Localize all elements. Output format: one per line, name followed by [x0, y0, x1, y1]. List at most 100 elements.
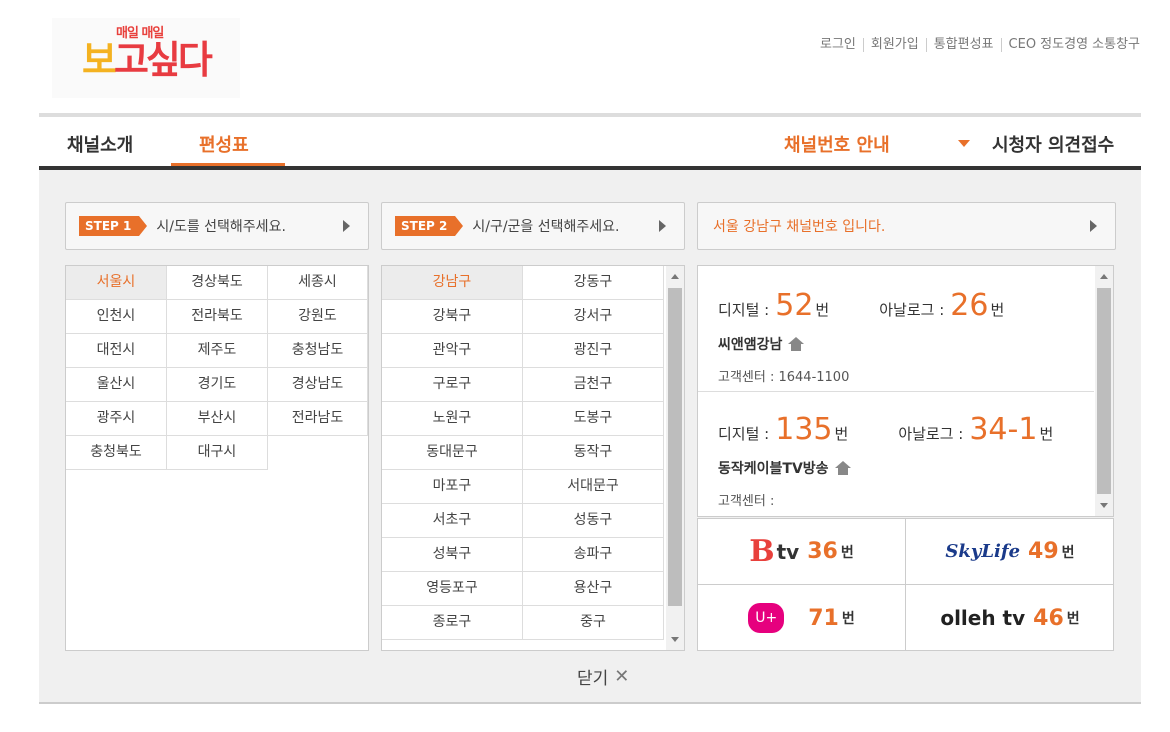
- district-item[interactable]: 강남구: [382, 266, 523, 300]
- region-item[interactable]: 대전시: [66, 334, 167, 368]
- step1-badge: STEP 1: [79, 216, 148, 236]
- district-item[interactable]: 서초구: [382, 504, 523, 538]
- arrow-right-icon: [1090, 220, 1097, 232]
- panel-bottom-line: [39, 702, 1141, 704]
- provider-cs: 고객센터 :: [718, 494, 775, 509]
- home-icon[interactable]: [834, 461, 851, 475]
- arrow-right-icon: [343, 220, 350, 232]
- platform-uplus[interactable]: U+ 71 번: [698, 585, 906, 651]
- district-grid: 강남구 강동구 강북구 강서구 관악구 광진구 구로구 금천구 노원구 도봉구 동대문구 동작구 마포구…: [382, 266, 664, 640]
- scroll-up-icon[interactable]: [1100, 274, 1108, 279]
- analog-number: 34-1: [969, 412, 1038, 447]
- district-item[interactable]: 송파구: [523, 538, 664, 572]
- provider-numbers: 디지털 : 135 번 아날로그 : 34-1 번: [718, 412, 1054, 447]
- region-item[interactable]: 강원도: [268, 300, 368, 334]
- chevron-down-icon[interactable]: [958, 140, 970, 147]
- district-item[interactable]: 서대문구: [523, 470, 664, 504]
- district-item[interactable]: 중구: [523, 606, 664, 640]
- district-item[interactable]: 마포구: [382, 470, 523, 504]
- region-item[interactable]: 전라북도: [167, 300, 268, 334]
- region-item[interactable]: 전라남도: [268, 402, 368, 436]
- analog-number: 26: [950, 288, 989, 323]
- signup-link[interactable]: 회원가입: [862, 38, 926, 52]
- provider-cs: 고객센터 : 1644-1100: [718, 370, 850, 385]
- ceo-link[interactable]: CEO 정도경영 소통창구: [1000, 38, 1140, 52]
- platform-olleh[interactable]: olleh tv 46 번: [906, 585, 1114, 651]
- region-item[interactable]: 충청남도: [268, 334, 368, 368]
- platform-grid: Btv 36 번 SkyLife 49 번 U+ 71 번 olleh tv 4…: [697, 518, 1114, 651]
- schedule-link[interactable]: 통합편성표: [925, 38, 1001, 52]
- district-item[interactable]: 도봉구: [523, 402, 664, 436]
- login-link[interactable]: 로그인: [813, 38, 863, 52]
- provider-name[interactable]: 동작케이블TV방송: [718, 458, 851, 478]
- district-list: 강남구 강동구 강북구 강서구 관악구 광진구 구로구 금천구 노원구 도봉구 동대문구 동작구 마포구…: [381, 265, 685, 651]
- scroll-down-icon[interactable]: [671, 637, 679, 642]
- viewer-feedback-link[interactable]: 시청자 의견접수: [992, 131, 1114, 157]
- district-item[interactable]: 용산구: [523, 572, 664, 606]
- provider-numbers: 디지털 : 52 번 아날로그 : 26 번: [718, 288, 1005, 323]
- district-item[interactable]: 성동구: [523, 504, 664, 538]
- district-item[interactable]: 종로구: [382, 606, 523, 640]
- region-grid: 서울시 경상북도 세종시인천시 전라북도 강원도대전시 제주도 충청남도울산시 경기도 경상남도…: [66, 266, 368, 470]
- district-item[interactable]: 금천구: [523, 368, 664, 402]
- step3-text: 서울 강남구 채널번호 입니다.: [713, 219, 886, 235]
- logo-text: 보고싶다: [82, 38, 213, 82]
- region-item[interactable]: 세종시: [268, 266, 368, 300]
- district-item[interactable]: 광진구: [523, 334, 664, 368]
- scroll-down-icon[interactable]: [1100, 503, 1108, 508]
- tab-channel-intro[interactable]: 채널소개: [67, 131, 133, 157]
- scroll-thumb[interactable]: [668, 288, 682, 606]
- district-item[interactable]: 노원구: [382, 402, 523, 436]
- logo[interactable]: 매일 매일 보고싶다: [52, 18, 240, 98]
- provider-name[interactable]: 씨앤앰강남: [718, 334, 805, 354]
- region-item[interactable]: 경상남도: [268, 368, 368, 402]
- close-button[interactable]: 닫기 ✕: [577, 664, 629, 689]
- district-item[interactable]: 성북구: [382, 538, 523, 572]
- digital-number: 135: [775, 412, 833, 447]
- channel-guide-menu[interactable]: 채널번호 안내: [784, 131, 890, 157]
- provider-card: 디지털 : 52 번 아날로그 : 26 번 씨앤앰강남 고객센터 : 1644…: [698, 266, 1094, 392]
- region-item[interactable]: 경상북도: [167, 266, 268, 300]
- district-item[interactable]: 동대문구: [382, 436, 523, 470]
- district-item[interactable]: 관악구: [382, 334, 523, 368]
- district-item[interactable]: 구로구: [382, 368, 523, 402]
- platform-skylife[interactable]: SkyLife 49 번: [906, 519, 1114, 585]
- district-item[interactable]: 강북구: [382, 300, 523, 334]
- step3-bar[interactable]: 서울 강남구 채널번호 입니다.: [697, 202, 1116, 250]
- close-icon: ✕: [614, 666, 630, 687]
- platform-btv[interactable]: Btv 36 번: [698, 519, 906, 585]
- region-item[interactable]: 광주시: [66, 402, 167, 436]
- region-item[interactable]: 부산시: [167, 402, 268, 436]
- region-item[interactable]: 서울시: [66, 266, 167, 300]
- step1-text: 시/도를 선택해주세요.: [156, 219, 286, 235]
- district-item[interactable]: 강서구: [523, 300, 664, 334]
- channel-info: 디지털 : 52 번 아날로그 : 26 번 씨앤앰강남 고객센터 : 1644…: [697, 265, 1114, 517]
- top-links: 로그인 회원가입 통합편성표 CEO 정도경영 소통창구: [813, 38, 1140, 52]
- arrow-right-icon: [659, 220, 666, 232]
- tab-schedule[interactable]: 편성표: [199, 131, 249, 157]
- step1-bar[interactable]: STEP 1 시/도를 선택해주세요.: [65, 202, 369, 250]
- home-icon[interactable]: [788, 337, 805, 351]
- step2-bar[interactable]: STEP 2 시/구/군을 선택해주세요.: [381, 202, 685, 250]
- step2-text: 시/구/군을 선택해주세요.: [472, 219, 620, 235]
- digital-number: 52: [775, 288, 814, 323]
- uplus-logo: U+: [748, 603, 785, 633]
- region-item[interactable]: 경기도: [167, 368, 268, 402]
- district-item[interactable]: 강동구: [523, 266, 664, 300]
- info-scrollbar[interactable]: [1095, 266, 1113, 516]
- provider-card: 디지털 : 135 번 아날로그 : 34-1 번 동작케이블TV방송 고객센터…: [698, 392, 1094, 516]
- scroll-up-icon[interactable]: [671, 274, 679, 279]
- region-item[interactable]: 울산시: [66, 368, 167, 402]
- region-item[interactable]: 인천시: [66, 300, 167, 334]
- skylife-logo: SkyLife: [945, 541, 1021, 562]
- region-item[interactable]: 충청북도: [66, 436, 167, 470]
- step2-badge: STEP 2: [395, 216, 464, 236]
- scroll-thumb[interactable]: [1097, 288, 1111, 494]
- district-scrollbar[interactable]: [666, 266, 684, 650]
- district-item[interactable]: 영등포구: [382, 572, 523, 606]
- region-item[interactable]: 제주도: [167, 334, 268, 368]
- district-item[interactable]: 동작구: [523, 436, 664, 470]
- btv-logo: Btv: [749, 534, 800, 569]
- region-item[interactable]: 대구시: [167, 436, 268, 470]
- olleh-logo: olleh tv: [940, 606, 1026, 630]
